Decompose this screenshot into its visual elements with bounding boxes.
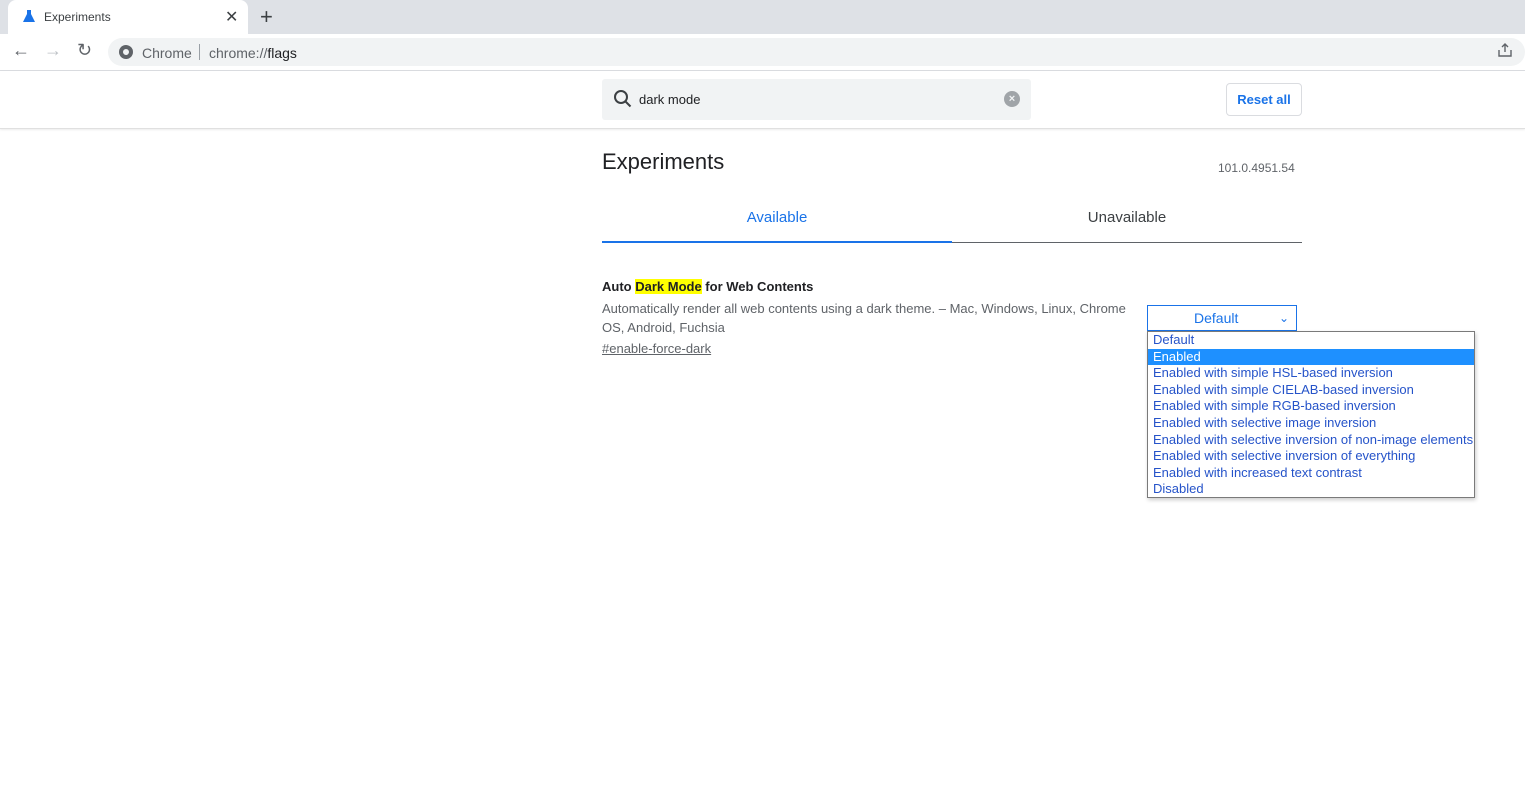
- address-bar[interactable]: Chrome chrome://flags: [108, 38, 1525, 66]
- dropdown-option[interactable]: Default: [1148, 332, 1474, 349]
- search-box[interactable]: dark mode ×: [602, 79, 1031, 120]
- dropdown-option[interactable]: Enabled with simple CIELAB-based inversi…: [1148, 382, 1474, 399]
- toolbar: ← → ↻ Chrome chrome://flags: [0, 34, 1525, 71]
- reset-all-button[interactable]: Reset all: [1226, 83, 1302, 116]
- site-label: Chrome: [142, 45, 192, 61]
- divider: [199, 44, 200, 60]
- dropdown-option[interactable]: Enabled with selective inversion of ever…: [1148, 448, 1474, 465]
- flag-select[interactable]: Default ⌄: [1147, 305, 1297, 331]
- chrome-logo-icon: [118, 44, 134, 65]
- flag-description: Automatically render all web contents us…: [602, 301, 1126, 335]
- select-dropdown: Default Enabled Enabled with simple HSL-ba…: [1147, 331, 1475, 498]
- dropdown-option[interactable]: Enabled: [1148, 348, 1474, 366]
- url-text: chrome://flags: [209, 45, 297, 61]
- close-tab-icon[interactable]: ✕: [225, 7, 238, 27]
- chevron-down-icon: ⌄: [1278, 311, 1289, 325]
- flag-anchor-link[interactable]: #enable-force-dark: [602, 341, 711, 356]
- search-icon: [613, 89, 633, 114]
- browser-tab-experiments[interactable]: Experiments ✕: [8, 0, 248, 34]
- page-title: Experiments: [602, 149, 725, 174]
- dropdown-option[interactable]: Disabled: [1148, 481, 1474, 498]
- forward-icon[interactable]: →: [44, 40, 62, 61]
- flags-header: dark mode × Reset all: [0, 71, 1525, 129]
- dropdown-option[interactable]: Enabled with simple RGB-based inversion: [1148, 398, 1474, 415]
- new-tab-icon[interactable]: +: [260, 4, 273, 30]
- version-label: 101.0.4951.54: [1218, 161, 1295, 175]
- clear-search-icon[interactable]: ×: [1004, 91, 1020, 107]
- search-input[interactable]: dark mode: [639, 92, 700, 107]
- dropdown-option[interactable]: Enabled with increased text contrast: [1148, 465, 1474, 482]
- back-icon[interactable]: ←: [12, 40, 30, 61]
- tab-strip: Experiments ✕ +: [0, 0, 1525, 34]
- tab-available[interactable]: Available: [602, 209, 952, 243]
- dropdown-option[interactable]: Enabled with selective image inversion: [1148, 415, 1474, 432]
- flask-icon: [22, 9, 36, 28]
- tab-unavailable[interactable]: Unavailable: [952, 209, 1302, 226]
- dropdown-option[interactable]: Enabled with selective inversion of non-…: [1148, 432, 1474, 449]
- share-icon[interactable]: [1497, 43, 1513, 62]
- flag-title: Auto Dark Mode for Web Contents: [602, 279, 814, 294]
- tabs: Available Unavailable: [602, 200, 1302, 243]
- dropdown-option[interactable]: Enabled with simple HSL-based inversion: [1148, 365, 1474, 382]
- reload-icon[interactable]: ↻: [77, 40, 92, 61]
- tab-title: Experiments: [44, 10, 111, 24]
